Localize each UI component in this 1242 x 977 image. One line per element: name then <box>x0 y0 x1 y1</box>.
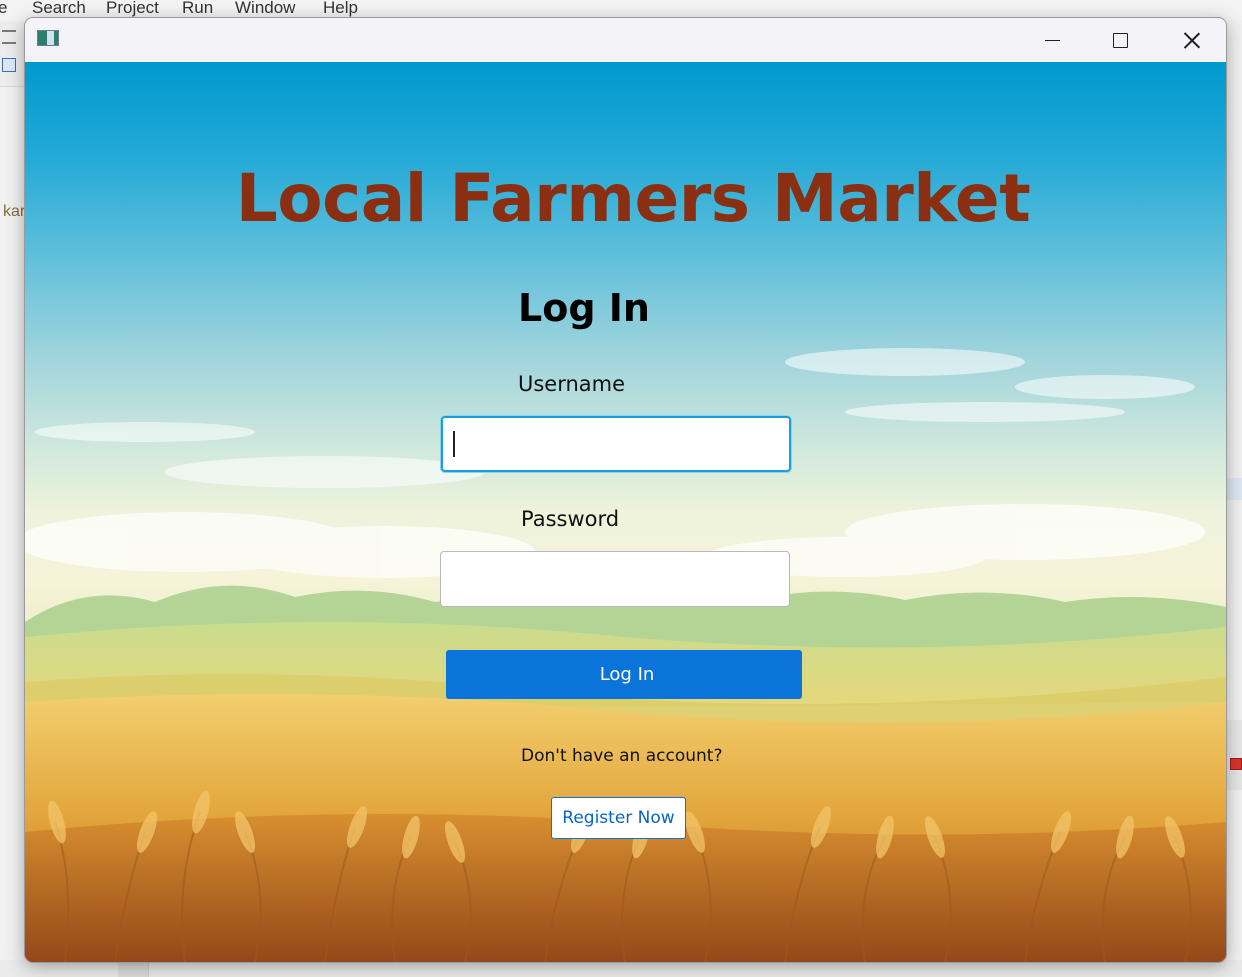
close-icon <box>1183 32 1200 49</box>
ide-menu-run[interactable]: Run <box>182 0 213 18</box>
ide-menu-project[interactable]: Project <box>106 0 159 18</box>
ide-menu-file[interactable]: e <box>0 0 7 18</box>
ide-status-segment <box>118 960 149 977</box>
maximize-icon <box>1112 32 1128 48</box>
ide-right-panel <box>1226 20 1242 977</box>
text-caret <box>453 431 455 457</box>
login-heading: Log In <box>518 286 650 330</box>
ide-left-toolbar <box>0 22 26 87</box>
ide-menu-help[interactable]: Help <box>323 0 358 18</box>
ide-left-panel <box>0 20 26 977</box>
ide-menu-window[interactable]: Window <box>235 0 295 18</box>
collapse-icon[interactable] <box>2 58 16 72</box>
login-screen: Local Farmers Market Log In Username Pas… <box>25 62 1226 962</box>
username-input[interactable] <box>441 416 791 472</box>
ide-side-text: kar <box>3 203 26 220</box>
minimize-button[interactable] <box>1017 18 1087 62</box>
app-window: Local Farmers Market Log In Username Pas… <box>25 18 1226 962</box>
ide-status-bar <box>0 960 1242 977</box>
close-button[interactable] <box>1156 18 1226 62</box>
ide-menubar: e Search Project Run Window Help <box>0 0 1242 20</box>
ide-selected-row <box>1226 478 1242 500</box>
ide-panel-header <box>1226 720 1242 790</box>
password-input[interactable] <box>440 551 790 607</box>
minimize-icon <box>1044 39 1060 41</box>
login-button[interactable]: Log In <box>446 650 802 699</box>
account-prompt: Don't have an account? <box>521 746 723 766</box>
java-app-icon <box>37 30 59 46</box>
register-button[interactable]: Register Now <box>551 797 686 839</box>
list-icon[interactable] <box>2 30 16 44</box>
ide-menu-search[interactable]: Search <box>32 0 86 18</box>
username-label: Username <box>518 372 626 396</box>
error-marker-icon[interactable] <box>1230 758 1242 770</box>
app-title: Local Farmers Market <box>235 160 1031 237</box>
password-label: Password <box>521 507 620 531</box>
window-titlebar[interactable] <box>25 18 1226 62</box>
maximize-button[interactable] <box>1085 18 1155 62</box>
